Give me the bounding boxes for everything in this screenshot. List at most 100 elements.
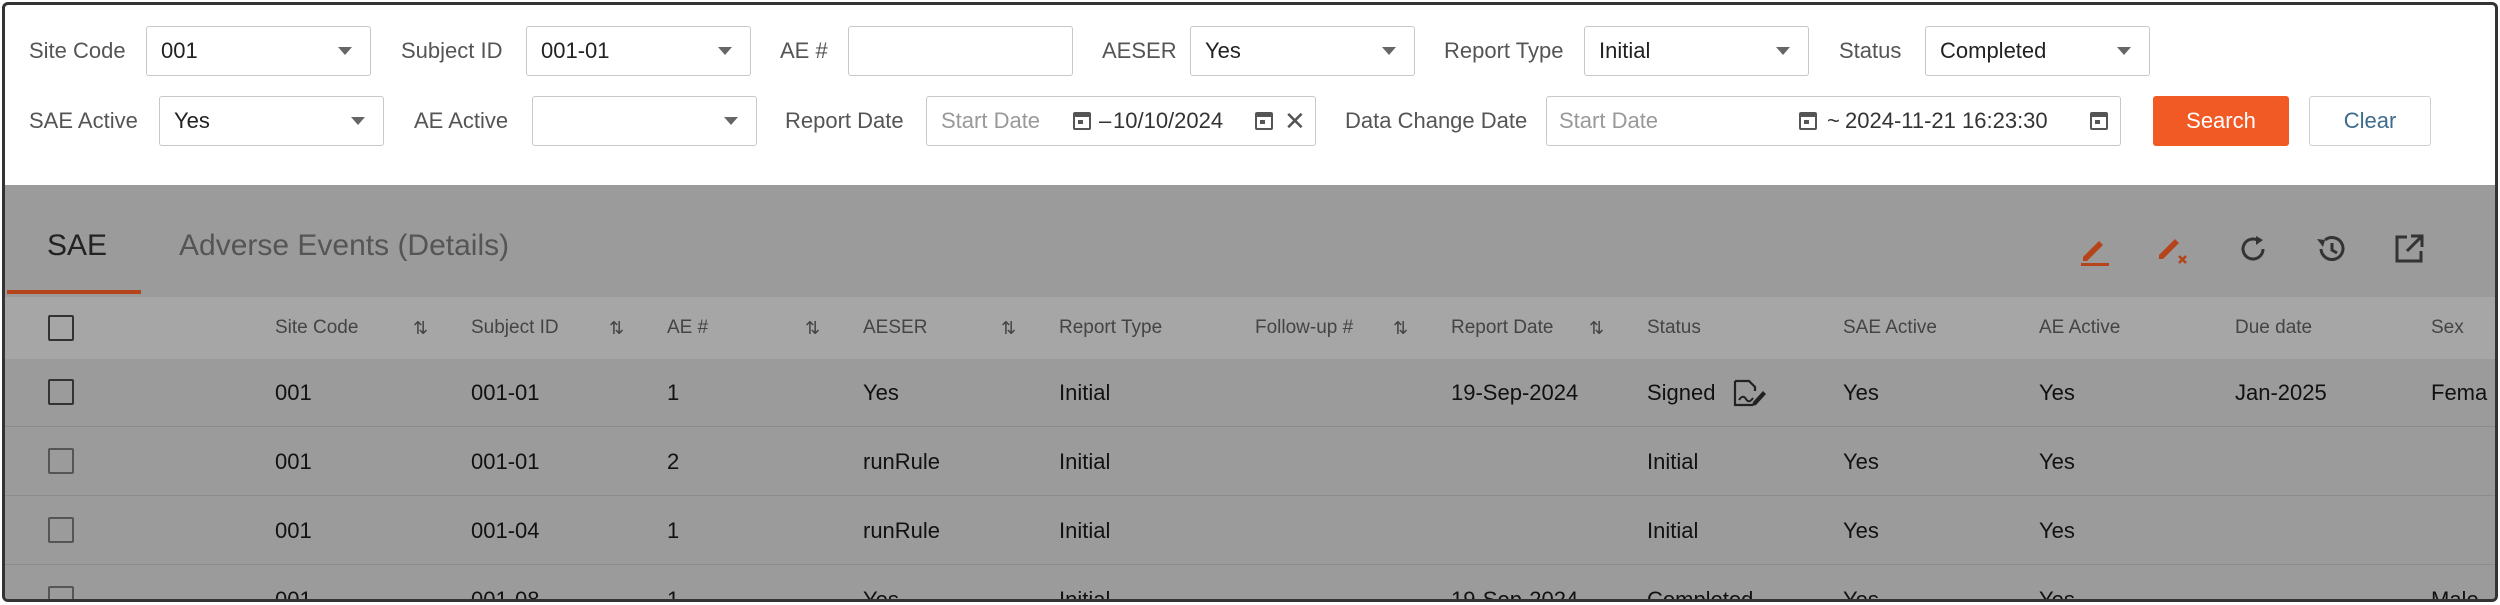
site-code-value: 001 bbox=[161, 38, 198, 63]
data-change-date-range[interactable]: Start Date ~ 2024-11-21 16:23:30 bbox=[1546, 96, 2121, 146]
column-header-report-date[interactable]: Report Date bbox=[1451, 297, 1553, 359]
tab-bar: SAE Adverse Events (Details) bbox=[5, 185, 2495, 295]
history-icon[interactable] bbox=[2313, 231, 2349, 267]
column-header-status[interactable]: Status bbox=[1647, 297, 1701, 359]
active-tab-indicator bbox=[7, 290, 141, 294]
aeser-select[interactable]: Yes bbox=[1190, 26, 1415, 76]
column-header-follow-up[interactable]: Follow-up # bbox=[1255, 297, 1353, 359]
column-header-aeser[interactable]: AESER bbox=[863, 297, 927, 359]
cell-site-code: 001 bbox=[275, 518, 312, 543]
chevron-down-icon bbox=[718, 47, 732, 55]
row-checkbox[interactable] bbox=[48, 379, 74, 405]
ae-active-select[interactable] bbox=[532, 96, 757, 146]
signature-icon[interactable] bbox=[1731, 377, 1767, 409]
aeser-value: Yes bbox=[1205, 38, 1241, 63]
select-all-checkbox[interactable] bbox=[48, 315, 74, 341]
cell-sex: Male bbox=[2431, 587, 2479, 602]
cell-site-code: 001 bbox=[275, 380, 312, 405]
sort-icon[interactable]: ⇅ bbox=[413, 318, 428, 338]
table-row[interactable]: 001 001-04 1 runRule Initial Initial Yes… bbox=[5, 497, 2495, 565]
cell-ae-number: 1 bbox=[667, 518, 680, 543]
tab-sae[interactable]: SAE bbox=[47, 226, 107, 266]
clear-button[interactable]: Clear bbox=[2309, 96, 2431, 146]
status-value: Completed bbox=[1940, 38, 2047, 63]
edit-clear-icon[interactable] bbox=[2155, 231, 2191, 267]
chevron-down-icon bbox=[351, 117, 365, 125]
column-header-subject-id[interactable]: Subject ID bbox=[471, 297, 559, 359]
table-row[interactable]: 001 001-01 1 Yes Initial 19-Sep-2024 Sig… bbox=[5, 359, 2495, 427]
row-checkbox[interactable] bbox=[48, 517, 74, 543]
calendar-icon[interactable] bbox=[2090, 112, 2108, 130]
subject-id-label: Subject ID bbox=[401, 38, 503, 63]
cell-ae-active: Yes bbox=[2039, 587, 2075, 602]
column-header-site-code[interactable]: Site Code bbox=[275, 297, 358, 359]
tab-adverse-events-details[interactable]: Adverse Events (Details) bbox=[179, 226, 509, 266]
open-external-icon[interactable] bbox=[2391, 231, 2427, 267]
cell-subject-id: 001-01 bbox=[471, 380, 540, 405]
cell-ae-active: Yes bbox=[2039, 449, 2075, 474]
calendar-icon[interactable] bbox=[1255, 112, 1273, 130]
table-row[interactable]: 001 001-01 2 runRule Initial Initial Yes… bbox=[5, 428, 2495, 496]
column-header-ae-active[interactable]: AE Active bbox=[2039, 297, 2120, 359]
subject-id-select[interactable]: 001-01 bbox=[526, 26, 751, 76]
row-checkbox[interactable] bbox=[48, 586, 74, 599]
cell-status: Signed bbox=[1647, 380, 1716, 405]
column-header-sae-active[interactable]: SAE Active bbox=[1843, 297, 1937, 359]
sae-active-value: Yes bbox=[174, 108, 210, 133]
report-type-select[interactable]: Initial bbox=[1584, 26, 1809, 76]
sae-active-select[interactable]: Yes bbox=[159, 96, 384, 146]
cell-aeser: Yes bbox=[863, 380, 899, 405]
report-type-value: Initial bbox=[1599, 38, 1651, 63]
sort-icon[interactable]: ⇅ bbox=[805, 318, 820, 338]
cell-subject-id: 001-04 bbox=[471, 518, 540, 543]
cell-report-type: Initial bbox=[1059, 518, 1111, 543]
ae-number-input[interactable] bbox=[848, 26, 1073, 76]
chevron-down-icon bbox=[1776, 47, 1790, 55]
edit-icon[interactable] bbox=[2077, 231, 2113, 267]
report-date-range[interactable]: Start Date – 10/10/2024 ✕ bbox=[926, 96, 1316, 146]
column-header-sex[interactable]: Sex bbox=[2431, 297, 2464, 359]
cell-report-type: Initial bbox=[1059, 449, 1111, 474]
cell-report-type: Initial bbox=[1059, 380, 1111, 405]
data-change-separator: ~ bbox=[1827, 108, 1840, 133]
column-header-due-date[interactable]: Due date bbox=[2235, 297, 2312, 359]
chevron-down-icon bbox=[2117, 47, 2131, 55]
chevron-down-icon bbox=[338, 47, 352, 55]
sort-icon[interactable]: ⇅ bbox=[1393, 318, 1408, 338]
column-header-ae-number[interactable]: AE # bbox=[667, 297, 708, 359]
data-change-date-label: Data Change Date bbox=[1345, 108, 1528, 133]
table-row[interactable]: 001 001-08 1 Yes Initial 19-Sep-2024 Com… bbox=[5, 566, 2495, 602]
close-icon[interactable]: ✕ bbox=[1284, 97, 1306, 145]
sort-icon[interactable]: ⇅ bbox=[1001, 318, 1016, 338]
chevron-down-icon bbox=[724, 117, 738, 125]
column-header-report-type[interactable]: Report Type bbox=[1059, 297, 1162, 359]
status-select[interactable]: Completed bbox=[1925, 26, 2150, 76]
cell-ae-number: 1 bbox=[667, 380, 680, 405]
data-change-end-value: 2024-11-21 16:23:30 bbox=[1845, 108, 2048, 133]
cell-report-date: 19-Sep-2024 bbox=[1451, 587, 1579, 602]
cell-report-type: Initial bbox=[1059, 587, 1111, 602]
site-code-select[interactable]: 001 bbox=[146, 26, 371, 76]
calendar-icon[interactable] bbox=[1799, 112, 1817, 130]
cell-ae-active: Yes bbox=[2039, 380, 2075, 405]
cell-sae-active: Yes bbox=[1843, 518, 1879, 543]
filter-panel: Site Code 001 Subject ID 001-01 AE # AES… bbox=[13, 10, 2489, 180]
sort-icon[interactable]: ⇅ bbox=[609, 318, 624, 338]
subject-id-value: 001-01 bbox=[541, 38, 610, 63]
sort-icon[interactable]: ⇅ bbox=[1589, 318, 1604, 338]
cell-sex: Fema bbox=[2431, 380, 2488, 405]
search-button[interactable]: Search bbox=[2153, 96, 2289, 146]
row-checkbox[interactable] bbox=[48, 448, 74, 474]
site-code-label: Site Code bbox=[29, 38, 126, 63]
ae-active-label: AE Active bbox=[414, 108, 509, 133]
cell-ae-active: Yes bbox=[2039, 518, 2075, 543]
cell-sae-active: Yes bbox=[1843, 449, 1879, 474]
cell-status: Completed bbox=[1647, 587, 1754, 602]
report-date-start-placeholder: Start Date bbox=[941, 108, 1041, 133]
chevron-down-icon bbox=[1382, 47, 1396, 55]
cell-aeser: Yes bbox=[863, 587, 899, 602]
refresh-icon[interactable] bbox=[2235, 231, 2271, 267]
calendar-icon[interactable] bbox=[1073, 112, 1091, 130]
aeser-label: AESER bbox=[1102, 38, 1177, 63]
cell-status: Initial bbox=[1647, 518, 1699, 543]
